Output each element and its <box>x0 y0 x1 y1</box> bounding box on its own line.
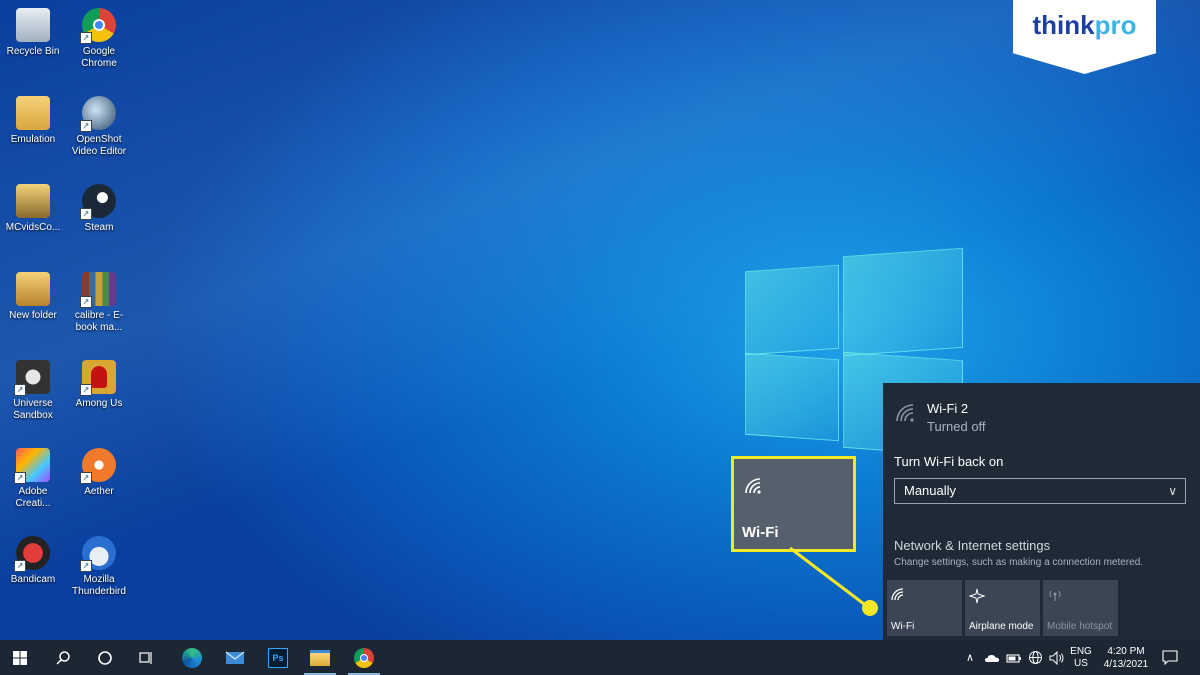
desktop-icon-google-chrome[interactable]: ↗ Google Chrome <box>66 8 132 70</box>
chrome-icon: ↗ <box>80 8 116 44</box>
volume-icon[interactable] <box>1049 650 1065 665</box>
taskbar-edge[interactable] <box>172 640 212 675</box>
desktop-icon-universe-sandbox[interactable]: ↗ Universe Sandbox <box>0 360 66 422</box>
search-button[interactable] <box>43 640 83 675</box>
desktop-icon-recycle-bin[interactable]: Recycle Bin <box>0 8 66 58</box>
action-center-button[interactable] <box>1162 640 1178 675</box>
notification-icon <box>1162 650 1178 665</box>
quick-action-mobile-hotspot[interactable]: Mobile hotspot <box>1043 580 1118 636</box>
photoshop-icon: Ps <box>268 647 288 668</box>
battery-icon[interactable] <box>1006 652 1022 664</box>
task-view-button[interactable] <box>126 640 166 675</box>
desktop-icon-openshot[interactable]: ↗ OpenShot Video Editor <box>66 96 132 158</box>
network-globe-icon[interactable] <box>1028 650 1043 665</box>
network-flyout: Wi-Fi 2 Turned off Turn Wi-Fi back on Ma… <box>883 383 1200 640</box>
taskbar-chrome[interactable] <box>344 640 384 675</box>
network-settings-description: Change settings, such as making a connec… <box>894 557 1144 568</box>
chevron-down-icon: ∨ <box>1168 484 1177 498</box>
system-tray: ∧ <box>962 640 1065 675</box>
folder-icon <box>16 272 50 306</box>
input-language[interactable]: ENG US <box>1068 640 1094 675</box>
wifi-tile-highlight: Wi-Fi <box>731 456 856 552</box>
taskbar-photoshop[interactable]: Ps <box>258 640 298 675</box>
cortana-icon <box>98 650 112 665</box>
desktop-icon-adobe-cc[interactable]: ↗ Adobe Creati... <box>0 448 66 510</box>
network-settings-link[interactable]: Network & Internet settings <box>894 538 1050 553</box>
task-view-icon <box>139 651 152 664</box>
edge-icon <box>182 647 202 668</box>
cortana-button[interactable] <box>85 640 125 675</box>
desktop-icon-steam[interactable]: ↗ Steam <box>66 184 132 234</box>
turn-wifi-back-label: Turn Wi-Fi back on <box>894 454 1004 469</box>
folder-icon <box>16 184 50 218</box>
desktop-icon-new-folder[interactable]: New folder <box>0 272 66 322</box>
bandicam-icon: ↗ <box>14 536 50 572</box>
desktop-icon-calibre[interactable]: ↗ calibre - E-book ma... <box>66 272 132 334</box>
turn-wifi-back-select[interactable]: Manually ∨ <box>894 478 1186 504</box>
clock[interactable]: 4:20 PM 4/13/2021 <box>1100 640 1152 675</box>
quick-action-wifi[interactable]: Wi-Fi <box>887 580 962 636</box>
wifi-network-status: Turned off <box>927 419 986 434</box>
desktop-icon-emulation[interactable]: Emulation <box>0 96 66 146</box>
folder-icon <box>16 96 50 130</box>
show-hidden-icons-icon[interactable]: ∧ <box>962 651 978 664</box>
start-icon <box>13 650 27 665</box>
adobe-cc-icon: ↗ <box>14 448 50 484</box>
hotspot-icon <box>1049 590 1061 601</box>
calibre-icon: ↗ <box>80 272 116 308</box>
desktop-icon-aether[interactable]: ↗ Aether <box>66 448 132 498</box>
wifi-icon <box>891 588 904 601</box>
desktop-icon-thunderbird[interactable]: ↗ Mozilla Thunderbird <box>66 536 132 598</box>
aether-icon: ↗ <box>80 448 116 484</box>
thunderbird-icon: ↗ <box>80 536 116 572</box>
among-us-icon: ↗ <box>80 360 116 396</box>
wifi-off-icon <box>896 404 914 422</box>
chrome-icon <box>354 647 374 668</box>
wifi-icon <box>745 478 761 494</box>
taskbar-mail[interactable] <box>215 640 255 675</box>
wifi-network-name: Wi-Fi 2 <box>927 401 969 416</box>
openshot-icon: ↗ <box>80 96 116 132</box>
recycle-bin-icon <box>16 8 50 42</box>
universe-sandbox-icon: ↗ <box>14 360 50 396</box>
airplane-icon <box>969 588 985 604</box>
search-icon <box>56 650 70 665</box>
start-button[interactable] <box>0 640 40 675</box>
steam-icon: ↗ <box>80 184 116 220</box>
desktop-icon-bandicam[interactable]: ↗ Bandicam <box>0 536 66 586</box>
desktop-icon-mcvidsco[interactable]: MCvidsCo... <box>0 184 66 234</box>
mail-icon <box>225 650 245 664</box>
taskbar-file-explorer[interactable] <box>300 640 340 675</box>
taskbar: Ps ∧ ENG US 4:20 PM 4/13/2021 <box>0 640 1200 675</box>
desktop-icon-among-us[interactable]: ↗ Among Us <box>66 360 132 410</box>
onedrive-icon[interactable] <box>984 652 1000 664</box>
file-explorer-icon <box>310 649 330 666</box>
quick-action-airplane-mode[interactable]: Airplane mode <box>965 580 1040 636</box>
